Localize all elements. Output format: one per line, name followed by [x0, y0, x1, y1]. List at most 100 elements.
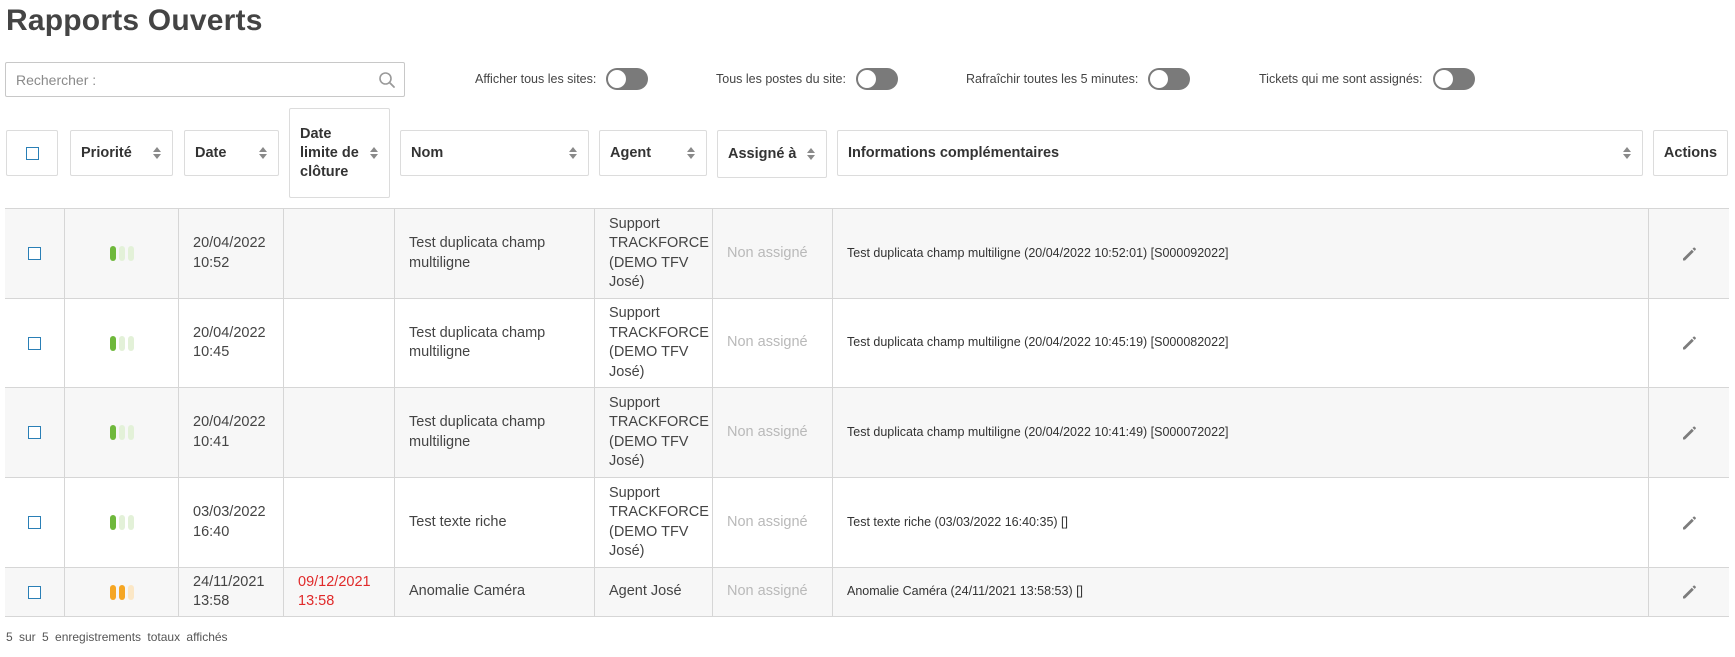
date-text: 24/11/2021 13:58: [193, 573, 265, 610]
cell-priority: [64, 568, 178, 616]
cell-check: [5, 478, 64, 567]
cell-check: [5, 388, 64, 477]
assigned-text: Non assigné: [727, 513, 808, 530]
cell-check: [5, 299, 64, 387]
toggle-switch[interactable]: [1432, 68, 1475, 90]
priority-bar: [109, 246, 116, 261]
priority-bar: [118, 246, 125, 261]
cell-assigned: Non assigné: [712, 209, 832, 298]
table-row: 20/04/2022 10:52 Test duplicata champ mul…: [5, 209, 1729, 299]
name-text: Test duplicata champ multiligne: [409, 414, 546, 450]
column-label: Date: [195, 144, 227, 161]
cell-name: Test duplicata champ multiligne: [394, 209, 594, 298]
cell-name: Test texte riche: [394, 478, 594, 567]
cell-date: 20/04/2022 10:41: [178, 388, 283, 477]
cell-actions: [1648, 209, 1729, 298]
column-header-info[interactable]: Informations complémentaires: [837, 130, 1643, 176]
priority-bar: [109, 584, 116, 600]
cell-info: Test duplicata champ multiligne (20/04/2…: [832, 388, 1648, 477]
cell-assigned: Non assigné: [712, 478, 832, 567]
sort-icon: [370, 147, 378, 159]
table-row: 20/04/2022 10:45 Test duplicata champ mul…: [5, 299, 1729, 388]
priority-indicator: [109, 425, 134, 440]
sort-icon: [569, 147, 577, 159]
pencil-icon[interactable]: [1680, 424, 1698, 442]
cell-agent: Support TRACKFORCE (DEMO TFV José): [594, 478, 712, 567]
priority-bar: [109, 515, 116, 530]
toggle-switch[interactable]: [606, 68, 649, 90]
info-text: Test duplicata champ multiligne (20/04/2…: [847, 335, 1229, 350]
name-text: Test texte riche: [409, 513, 507, 530]
toggle-knob: [1150, 70, 1169, 88]
agent-text: Support TRACKFORCE (DEMO TFV José): [609, 305, 709, 380]
column-label: Agent: [610, 144, 652, 161]
priority-bar: [127, 515, 134, 530]
cell-date: 20/04/2022 10:45: [178, 299, 283, 387]
priority-bar: [127, 425, 134, 440]
row-checkbox[interactable]: [28, 516, 41, 529]
row-checkbox[interactable]: [28, 336, 41, 350]
name-text: Test duplicata champ multiligne: [409, 235, 546, 271]
date-text: 20/04/2022 10:52: [193, 235, 266, 271]
column-header-date[interactable]: Date: [184, 130, 279, 176]
cell-name: Test duplicata champ multiligne: [394, 299, 594, 387]
table-row: 03/03/2022 16:40 Test texte riche Support …: [5, 478, 1729, 568]
cell-assigned: Non assigné: [712, 299, 832, 387]
name-text: Anomalie Caméra: [409, 583, 526, 600]
pencil-icon[interactable]: [1680, 245, 1698, 263]
info-text: Test duplicata champ multiligne (20/04/2…: [847, 424, 1229, 439]
search-box[interactable]: [5, 62, 405, 97]
cell-deadline: [283, 388, 394, 477]
toggle-switch[interactable]: [855, 68, 898, 90]
cell-info: Test duplicata champ multiligne (20/04/2…: [832, 299, 1648, 387]
cell-priority: [64, 209, 178, 298]
search-input[interactable]: [6, 63, 404, 96]
search-icon[interactable]: [378, 71, 396, 89]
column-header-priority[interactable]: Priorité: [70, 130, 173, 176]
cell-date: 24/11/2021 13:58: [178, 568, 283, 616]
records-count: 5 sur 5 enregistrements totaux affichés: [6, 630, 228, 644]
cell-info: Test duplicata champ multiligne (20/04/2…: [832, 209, 1648, 298]
cell-deadline: [283, 299, 394, 387]
sort-icon: [687, 147, 695, 159]
row-checkbox[interactable]: [28, 585, 41, 599]
priority-bar: [118, 335, 125, 351]
assigned-text: Non assigné: [727, 244, 808, 261]
cell-deadline: 09/12/2021 13:58: [283, 568, 394, 616]
deadline-text: 09/12/2021 13:58: [298, 573, 371, 610]
pencil-icon[interactable]: [1680, 514, 1698, 532]
column-header-deadline[interactable]: Date limite de clôture: [289, 108, 390, 198]
agent-text: Support TRACKFORCE (DEMO TFV José): [609, 215, 709, 291]
info-text: Test duplicata champ multiligne (20/04/2…: [847, 245, 1229, 260]
select-all-checkbox[interactable]: [25, 146, 39, 160]
cell-agent: Support TRACKFORCE (DEMO TFV José): [594, 209, 712, 298]
pencil-icon[interactable]: [1680, 334, 1698, 352]
column-header-agent[interactable]: Agent: [599, 130, 707, 176]
toggle-label: Rafraîchir toutes les 5 minutes:: [966, 72, 1139, 86]
pencil-icon[interactable]: [1680, 583, 1698, 601]
toggle-auto-refresh: Rafraîchir toutes les 5 minutes:: [966, 68, 1191, 90]
priority-bar: [127, 335, 134, 351]
column-label: Actions: [1663, 145, 1718, 161]
cell-deadline: [283, 209, 394, 298]
cell-actions: [1648, 299, 1729, 387]
cell-assigned: Non assigné: [712, 568, 832, 616]
agent-text: Agent José: [609, 583, 682, 600]
column-header-name[interactable]: Nom: [400, 130, 589, 176]
toggle-knob: [857, 70, 876, 88]
row-checkbox[interactable]: [28, 426, 41, 439]
page-title: Rapports Ouverts: [6, 4, 263, 37]
priority-bar: [118, 425, 125, 440]
column-header-assigned[interactable]: Assigné à: [717, 130, 827, 178]
cell-name: Test duplicata champ multiligne: [394, 388, 594, 477]
row-checkbox[interactable]: [28, 247, 41, 260]
toggle-knob: [608, 70, 627, 88]
table-row: 24/11/2021 13:58 09/12/2021 13:58 Anomalie…: [5, 568, 1729, 617]
toggle-label: Tickets qui me sont assignés:: [1259, 72, 1423, 86]
priority-bar: [127, 584, 134, 600]
sort-icon: [1623, 147, 1631, 159]
column-label: Assigné à: [728, 145, 797, 162]
cell-agent: Support TRACKFORCE (DEMO TFV José): [594, 299, 712, 387]
assigned-text: Non assigné: [727, 583, 808, 600]
toggle-switch[interactable]: [1148, 68, 1191, 90]
